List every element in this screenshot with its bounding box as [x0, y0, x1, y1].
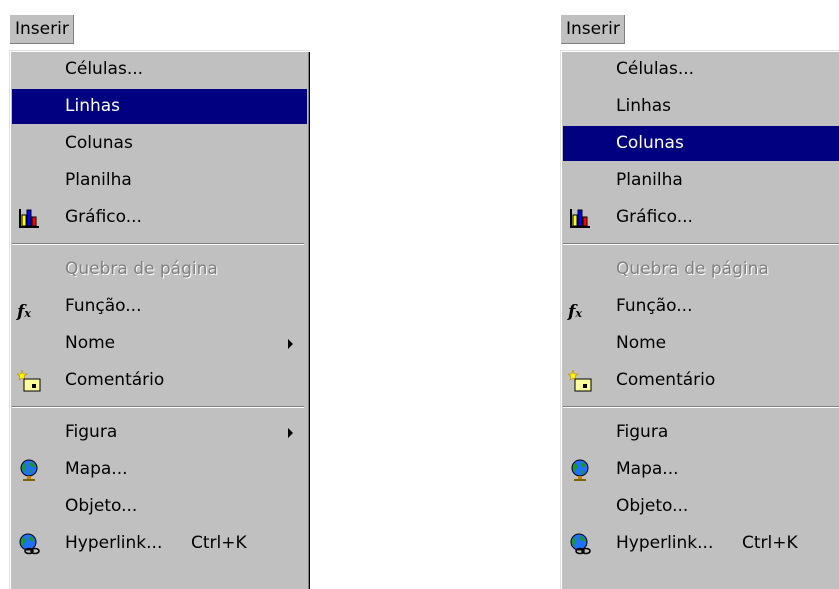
- submenu-arrow-icon: [288, 428, 293, 438]
- menu-item-planilha[interactable]: Planilha: [12, 163, 307, 198]
- menu-item-label: Hyperlink...: [65, 533, 163, 553]
- menu-item-hyperlink[interactable]: Hyperlink... Ctrl+K: [12, 526, 307, 561]
- menu-item-figura[interactable]: Figura: [563, 415, 839, 450]
- menu-panel: Células... Linhas Colunas Planilha Gráfico..…: [9, 50, 310, 589]
- menu-item-label: Nome: [65, 333, 116, 353]
- menu-item-label: Função...: [616, 296, 693, 316]
- menu-item-label: Figura: [65, 422, 118, 442]
- chart-icon: [568, 206, 592, 230]
- menu-item-linhas[interactable]: Linhas: [12, 89, 307, 124]
- menu-separator: [563, 243, 839, 245]
- menu-item-celulas[interactable]: Células...: [563, 52, 839, 87]
- menu-item-grafico[interactable]: Gráfico...: [12, 200, 307, 235]
- menu-item-comentario[interactable]: Comentário: [12, 363, 307, 398]
- menu-item-comentario[interactable]: Comentário: [563, 363, 839, 398]
- menu-item-label: Objeto...: [616, 496, 689, 516]
- menu-title-inserir[interactable]: Inserir: [9, 14, 74, 44]
- menu-item-label: Figura: [616, 422, 669, 442]
- menu-title-inserir[interactable]: Inserir: [560, 14, 625, 44]
- menu-item-label: Função...: [65, 296, 142, 316]
- menu-item-quebra-de-pagina: Quebra de página: [12, 252, 307, 287]
- menu-item-label: Gráfico...: [65, 207, 142, 227]
- menu-item-label: Planilha: [65, 170, 132, 190]
- menu-item-hyperlink[interactable]: Hyperlink... Ctrl+K: [563, 526, 839, 561]
- menu-panel: Células... Linhas Colunas Planilha Gráfico..…: [560, 50, 839, 589]
- menu-item-colunas[interactable]: Colunas: [563, 126, 839, 161]
- menu-item-label: Colunas: [616, 133, 684, 153]
- menu-item-label: Gráfico...: [616, 207, 693, 227]
- menu-item-figura[interactable]: Figura: [12, 415, 307, 450]
- menu-item-objeto[interactable]: Objeto...: [563, 489, 839, 524]
- menu-item-mapa[interactable]: Mapa...: [12, 452, 307, 487]
- menu-item-quebra-de-pagina: Quebra de página: [563, 252, 839, 287]
- comment-icon: [16, 369, 41, 393]
- menu-item-linhas[interactable]: Linhas: [563, 89, 839, 124]
- menu-item-label: Comentário: [616, 370, 716, 390]
- menu-item-label: Linhas: [65, 96, 121, 116]
- menu-item-label: Mapa...: [65, 459, 128, 479]
- chart-icon: [17, 206, 41, 230]
- menu-item-label: Quebra de página: [65, 259, 218, 279]
- function-icon: fx: [17, 302, 31, 322]
- comment-icon: [567, 369, 592, 393]
- menu-item-objeto[interactable]: Objeto...: [12, 489, 307, 524]
- menu-item-grafico[interactable]: Gráfico...: [563, 200, 839, 235]
- menu-item-label: Nome: [616, 333, 667, 353]
- menu-item-funcao[interactable]: fx Função...: [12, 289, 307, 324]
- hyperlink-icon: [568, 532, 592, 556]
- menu-item-label: Hyperlink...: [616, 533, 714, 553]
- menu-item-label: Mapa...: [616, 459, 679, 479]
- globe-icon: [17, 458, 41, 482]
- menu-item-shortcut: Ctrl+K: [191, 533, 247, 553]
- menu-item-label: Colunas: [65, 133, 133, 153]
- menu-item-label: Planilha: [616, 170, 683, 190]
- hyperlink-icon: [17, 532, 41, 556]
- function-icon: fx: [568, 302, 582, 322]
- menu-item-celulas[interactable]: Células...: [12, 52, 307, 87]
- menu-item-mapa[interactable]: Mapa...: [563, 452, 839, 487]
- globe-icon: [568, 458, 592, 482]
- menu-item-label: Células...: [616, 59, 695, 79]
- menu-item-label: Comentário: [65, 370, 165, 390]
- menu-item-label: Objeto...: [65, 496, 138, 516]
- menu-item-nome[interactable]: Nome: [12, 326, 307, 361]
- menu-item-label: Linhas: [616, 96, 672, 116]
- menu-separator: [12, 243, 304, 245]
- menu-separator: [563, 406, 839, 408]
- menu-item-label: Células...: [65, 59, 144, 79]
- menu-separator: [12, 406, 304, 408]
- menu-item-nome[interactable]: Nome: [563, 326, 839, 361]
- menu-item-shortcut: Ctrl+K: [742, 533, 798, 553]
- menu-item-label: Quebra de página: [616, 259, 769, 279]
- submenu-arrow-icon: [288, 339, 293, 349]
- menu-item-funcao[interactable]: fx Função...: [563, 289, 839, 324]
- menu-item-colunas[interactable]: Colunas: [12, 126, 307, 161]
- menu-item-planilha[interactable]: Planilha: [563, 163, 839, 198]
